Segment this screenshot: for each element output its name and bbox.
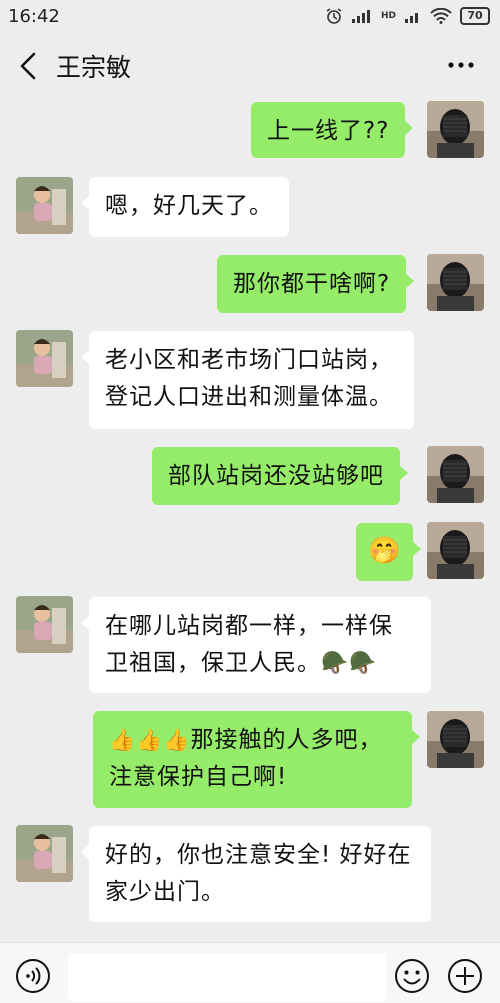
contact-avatar[interactable] xyxy=(16,177,73,234)
message-text: 部队站岗还没站够吧 xyxy=(168,463,384,489)
message-line: 在哪儿站岗都一样，一样保 xyxy=(105,613,393,639)
plus-icon[interactable] xyxy=(446,957,484,995)
message-line: 👍👍👍那接触的人多吧， xyxy=(109,722,396,759)
input-bar xyxy=(0,942,500,1003)
message-bubble-incoming[interactable]: 老小区和老市场门口站岗， 登记人口进出和测量体温。 xyxy=(81,331,414,429)
alarm-icon xyxy=(326,8,342,24)
battery-icon: 70 xyxy=(460,7,490,25)
thumbs-up-emoji: 👍👍👍 xyxy=(109,728,191,752)
message-line-text: 那接触的人多吧， xyxy=(190,727,383,753)
my-avatar[interactable] xyxy=(427,522,484,579)
message-bubble-outgoing[interactable]: 上一线了?? xyxy=(251,102,414,158)
wifi-icon xyxy=(430,8,452,24)
message-bubble-outgoing[interactable]: 那你都干啥啊? xyxy=(217,255,415,313)
chat-title: 王宗敏 xyxy=(56,53,132,82)
message-bubble-outgoing[interactable]: 部队站岗还没站够吧 xyxy=(152,447,408,505)
message-line: 注意保护自己啊! xyxy=(109,764,288,790)
contact-avatar[interactable] xyxy=(16,330,73,387)
message-line-text: 卫祖国，保卫人民。 xyxy=(105,650,321,676)
contact-avatar[interactable] xyxy=(16,596,73,653)
my-avatar[interactable] xyxy=(427,101,484,158)
message-text: 那你都干啥啊? xyxy=(233,271,391,297)
message-line: 卫祖国，保卫人民。🪖🪖 xyxy=(105,645,415,682)
back-arrow-icon[interactable] xyxy=(14,48,44,84)
message-text: 上一线了?? xyxy=(267,118,390,144)
chat-header: 王宗敏 xyxy=(0,34,500,98)
status-bar: 16:42 HD 70 xyxy=(0,0,500,34)
message-bubble-incoming[interactable]: 嗯，好几天了。 xyxy=(81,177,289,237)
emoji-icon[interactable] xyxy=(393,957,431,995)
my-avatar[interactable] xyxy=(427,446,484,503)
signal-icon-2 xyxy=(405,13,418,23)
message-bubble-outgoing[interactable]: 👍👍👍那接触的人多吧， 注意保护自己啊! xyxy=(93,711,420,808)
my-avatar[interactable] xyxy=(427,711,484,768)
my-avatar[interactable] xyxy=(427,254,484,311)
message-bubble-incoming[interactable]: 好的，你也注意安全! 好好在 家少出门。 xyxy=(81,826,431,922)
message-bubble-incoming[interactable]: 在哪儿站岗都一样，一样保 卫祖国，保卫人民。🪖🪖 xyxy=(81,597,431,693)
voice-icon[interactable] xyxy=(14,957,52,995)
signal-icon xyxy=(351,10,370,23)
message-line: 登记人口进出和测量体温。 xyxy=(105,384,393,410)
status-time: 16:42 xyxy=(8,6,60,27)
message-input[interactable] xyxy=(68,953,386,1001)
message-line: 家少出门。 xyxy=(105,879,225,905)
contact-avatar[interactable] xyxy=(16,825,73,882)
more-icon[interactable] xyxy=(444,48,478,82)
message-line: 老小区和老市场门口站岗， xyxy=(105,347,393,373)
hd-badge: HD xyxy=(380,11,396,21)
status-icons: HD 70 xyxy=(325,5,490,27)
soldier-helmet-emoji: 🪖🪖 xyxy=(321,651,378,676)
message-line: 好的，你也注意安全! 好好在 xyxy=(105,842,412,868)
message-bubble-outgoing[interactable]: 🤭 xyxy=(356,523,422,581)
message-text: 嗯，好几天了。 xyxy=(105,193,273,219)
hand-over-mouth-emoji: 🤭 xyxy=(368,536,402,566)
